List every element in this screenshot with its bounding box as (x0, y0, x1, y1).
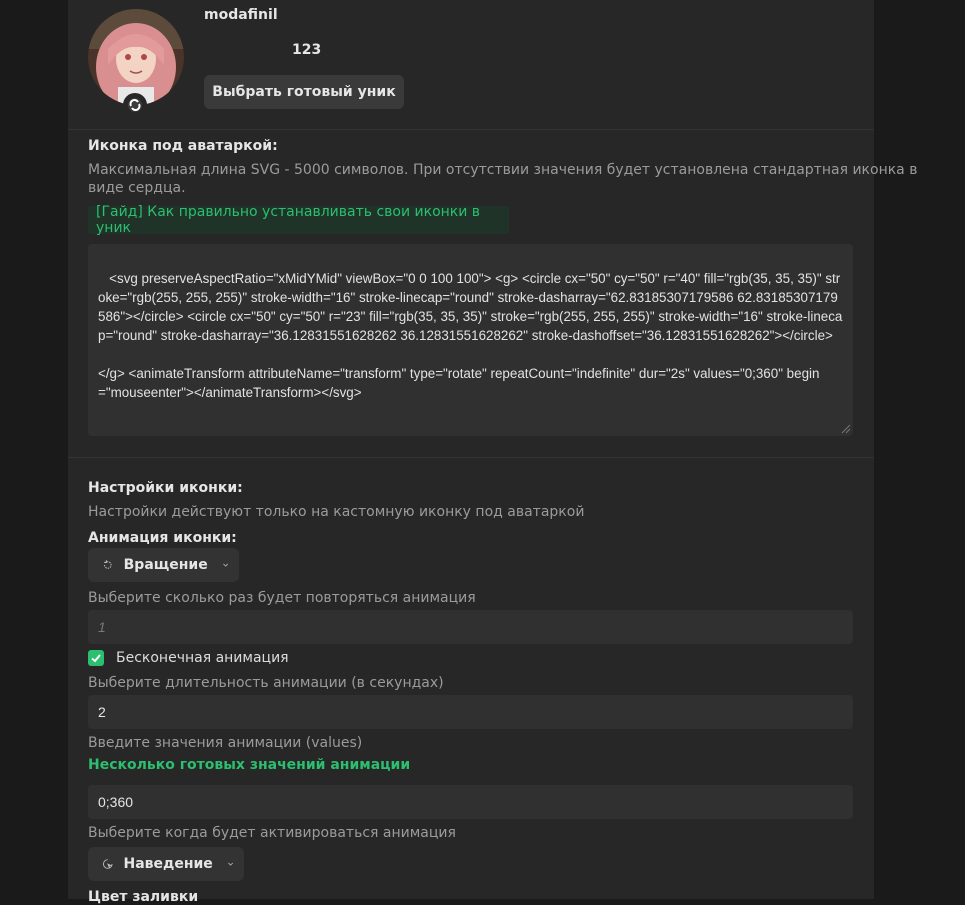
repeat-input[interactable]: 1 (88, 610, 853, 644)
settings-title: Настройки иконки: (88, 480, 243, 496)
resize-handle-icon[interactable] (841, 424, 851, 434)
user-title: 123 (292, 42, 322, 58)
choose-uniq-button[interactable]: Выбрать готовый уник (204, 75, 404, 109)
animation-select[interactable]: Вращение (88, 548, 239, 582)
icon-description-line2: виде сердца. (88, 180, 186, 196)
values-input[interactable]: 0;360 (88, 785, 853, 819)
divider (68, 457, 874, 458)
trigger-select[interactable]: Наведение (88, 847, 244, 881)
avatar-container[interactable] (88, 9, 184, 117)
guide-link[interactable]: [Гайд] Как правильно устанавливать свои … (88, 204, 509, 236)
preset-values-link[interactable]: Несколько готовых значений анимации (88, 757, 410, 773)
username: modafinil (204, 7, 278, 23)
svg-code-text: <svg preserveAspectRatio="xMidYMid" view… (98, 271, 843, 400)
repeat-label: Выберите сколько раз будет повторяться а… (88, 590, 476, 606)
values-label: Введите значения анимации (values) (88, 735, 363, 751)
icon-description-line1: Максимальная длина SVG - 5000 символов. … (88, 162, 918, 178)
divider (68, 129, 874, 130)
chevron-down-icon (227, 862, 233, 866)
chevron-down-icon (222, 563, 228, 567)
settings-description: Настройки действуют только на кастомную … (88, 504, 585, 520)
check-icon (91, 654, 101, 663)
fill-color-label: Цвет заливки (88, 889, 199, 905)
cursor-click-icon (102, 859, 113, 869)
svg-code-textarea[interactable]: <svg preserveAspectRatio="xMidYMid" view… (88, 244, 853, 436)
icon-section-title: Иконка под аватаркой: (88, 138, 278, 154)
trigger-label: Выберите когда будет активироваться аним… (88, 825, 456, 841)
avatar-badge-icon (123, 93, 147, 117)
infinite-animation-label[interactable]: Бесконечная анимация (116, 650, 289, 666)
rotate-icon (104, 560, 112, 569)
animation-select-value: Вращение (123, 557, 208, 573)
animation-label: Анимация иконки: (88, 530, 237, 546)
infinite-animation-checkbox[interactable] (88, 650, 104, 666)
trigger-select-value: Наведение (123, 856, 213, 872)
avatar[interactable] (88, 9, 184, 105)
duration-label: Выберите длительность анимации (в секунд… (88, 675, 444, 691)
duration-input[interactable]: 2 (88, 695, 853, 729)
